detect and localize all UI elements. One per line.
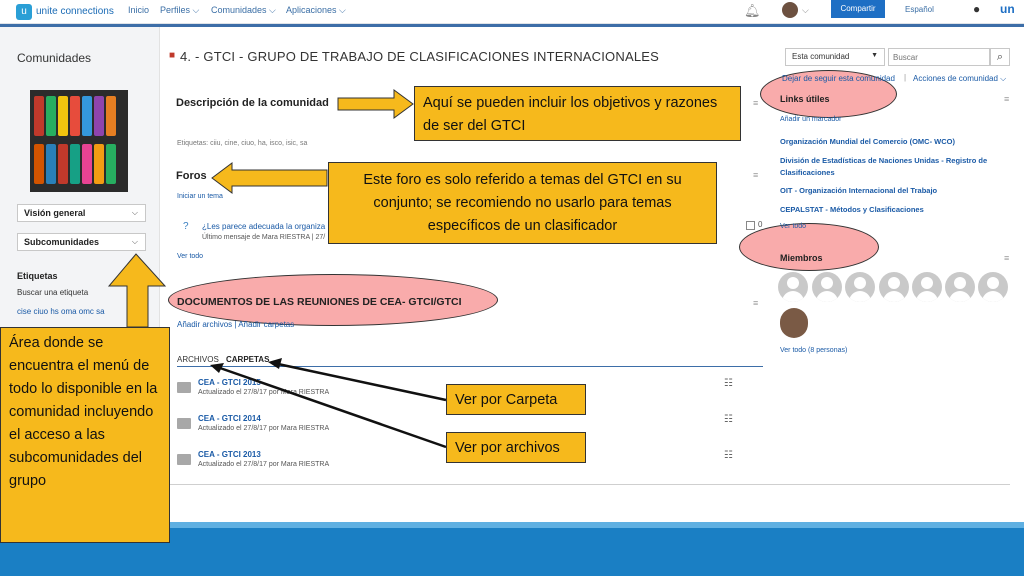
callout-forum: Este foro es solo referido a temas del G… xyxy=(328,162,717,244)
callout-view-folder: Ver por Carpeta xyxy=(446,384,586,415)
arrow-description xyxy=(337,89,414,119)
callout-view-files: Ver por archivos xyxy=(446,432,586,463)
arrow-foro xyxy=(211,162,328,194)
callout-menu-area: Área donde se encuentra el menú de todo … xyxy=(0,327,170,543)
arrow-archivos xyxy=(219,366,447,449)
arrow-carpetas xyxy=(277,362,447,402)
arrow-subcomunidades xyxy=(107,253,167,328)
callout-description: Aquí se pueden incluir los objetivos y r… xyxy=(414,86,741,141)
arrowhead-carpetas xyxy=(268,358,282,369)
